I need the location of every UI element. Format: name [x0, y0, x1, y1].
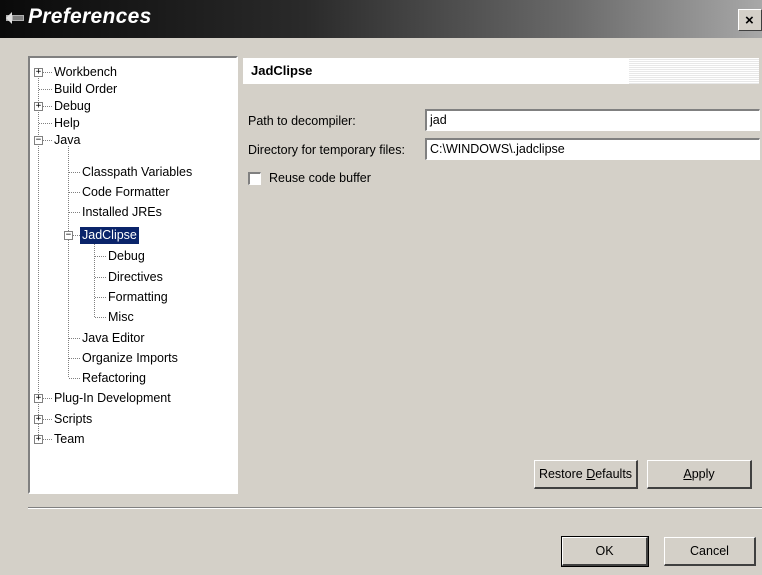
apply-mnemonic: A: [683, 467, 692, 481]
preferences-app-icon: [6, 12, 24, 24]
expand-team-icon[interactable]: +: [34, 435, 43, 444]
window-title: Preferences: [28, 5, 152, 28]
reuse-code-buffer-checkbox[interactable]: [248, 172, 261, 185]
close-button[interactable]: ×: [738, 9, 762, 31]
expand-plugin-development-icon[interactable]: +: [34, 394, 43, 403]
dialog-separator: [28, 507, 762, 509]
tree-item-jadclipse-debug[interactable]: Debug: [108, 248, 145, 265]
tree-item-scripts[interactable]: Scripts: [54, 411, 92, 428]
tree-item-code-formatter[interactable]: Code Formatter: [82, 184, 170, 201]
apply-button[interactable]: Apply: [647, 460, 752, 489]
path-to-decompiler-label: Path to decompiler:: [248, 114, 356, 128]
tree-item-formatting[interactable]: Formatting: [108, 289, 168, 306]
tree-item-plugin-development[interactable]: Plug-In Development: [54, 390, 171, 407]
preference-tree[interactable]: + Workbench Build Order + Debug Help − J…: [28, 56, 238, 494]
close-icon: ×: [745, 12, 754, 29]
cancel-label: Cancel: [690, 544, 729, 558]
tree-item-team[interactable]: Team: [54, 431, 85, 448]
tree-item-classpath-variables[interactable]: Classpath Variables: [82, 164, 192, 181]
ok-button[interactable]: OK: [561, 536, 649, 567]
tree-item-workbench[interactable]: Workbench: [54, 64, 117, 81]
expand-debug-icon[interactable]: +: [34, 102, 43, 111]
tree-item-help[interactable]: Help: [54, 115, 80, 132]
tree-item-misc[interactable]: Misc: [108, 309, 134, 326]
tree-item-build-order[interactable]: Build Order: [54, 81, 117, 98]
temp-directory-label: Directory for temporary files:: [248, 143, 405, 157]
page-header: JadClipse: [243, 58, 759, 84]
ok-label: OK: [595, 544, 614, 558]
tree-item-organize-imports[interactable]: Organize Imports: [82, 350, 178, 367]
tree-item-directives[interactable]: Directives: [108, 269, 163, 286]
restore-defaults-label-post: efaults: [595, 467, 633, 481]
restore-defaults-label-pre: Restore: [538, 467, 587, 481]
tree-item-installed-jres[interactable]: Installed JREs: [82, 204, 162, 221]
cancel-button[interactable]: Cancel: [664, 537, 756, 566]
collapse-jadclipse-icon[interactable]: −: [64, 231, 73, 240]
reuse-code-buffer-label[interactable]: Reuse code buffer: [269, 171, 371, 185]
apply-label-post: pply: [691, 467, 715, 481]
tree-item-debug[interactable]: Debug: [54, 98, 91, 115]
path-to-decompiler-input[interactable]: jad: [425, 109, 760, 131]
restore-defaults-button[interactable]: Restore Defaults: [534, 460, 638, 489]
tree-item-java-editor[interactable]: Java Editor: [82, 330, 145, 347]
header-hatch-decoration: [629, 58, 759, 84]
tree-item-refactoring[interactable]: Refactoring: [82, 370, 146, 387]
tree-item-jadclipse[interactable]: JadClipse: [80, 227, 139, 244]
page-title: JadClipse: [251, 63, 313, 78]
collapse-java-icon[interactable]: −: [34, 136, 43, 145]
temp-directory-input[interactable]: C:\WINDOWS\.jadclipse: [425, 138, 760, 160]
expand-scripts-icon[interactable]: +: [34, 415, 43, 424]
restore-defaults-mnemonic: D: [586, 467, 596, 481]
tree-item-java[interactable]: Java: [54, 132, 80, 149]
title-bar: Preferences ×: [0, 0, 762, 38]
expand-workbench-icon[interactable]: +: [34, 68, 43, 77]
